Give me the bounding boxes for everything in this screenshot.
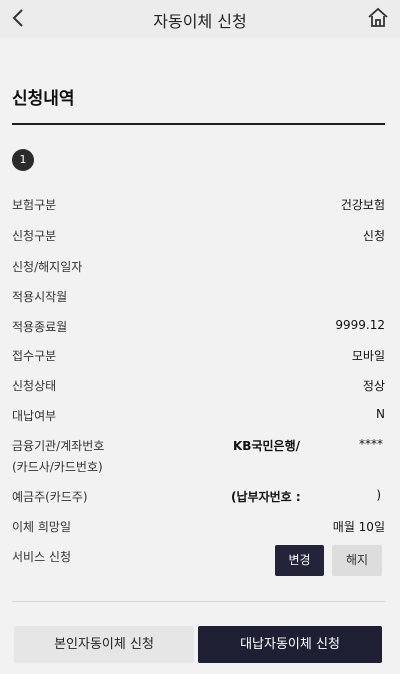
detail-value: 건강보험 [340,198,385,212]
bank-name: KB국민은행/ [233,439,300,453]
detail-row-transfer-day: 이체 희망일 매월 10일 [12,518,385,536]
card-label: (카드사/카드번호) [12,460,103,474]
detail-label: 예금주(카드주) [12,490,88,504]
payer-number-close: ) [376,488,381,502]
detail-label: 신청/해지일자 [12,260,83,274]
detail-row-request-date: 신청/해지일자 [12,258,385,276]
proxy-autopay-button[interactable]: 대납자동이체 신청 [198,626,382,663]
cancel-service-button[interactable]: 해지 [332,545,382,576]
detail-value: 매월 10일 [332,520,385,534]
detail-label: 접수구분 [12,349,57,363]
detail-label: 신청구분 [12,229,57,243]
detail-value: 정상 [362,379,385,393]
detail-row-channel: 접수구분 모바일 [12,347,385,365]
detail-label: 적용종료월 [12,320,68,334]
footer-divider [12,601,385,602]
detail-row-insurance-type: 보험구분 건강보험 [12,196,385,214]
detail-row-account-holder: 예금주(카드주) (납부자번호 : ) [12,488,385,506]
detail-label: 서비스 신청 [12,550,72,564]
detail-label: 대납여부 [12,409,57,423]
detail-label: 적용시작월 [12,290,68,304]
detail-row-start-month: 적용시작월 [12,288,385,306]
detail-value: 모바일 [351,349,385,363]
change-button[interactable]: 변경 [275,545,324,576]
detail-value: 신청 [362,229,385,243]
home-icon[interactable] [366,6,390,30]
detail-label: 신청상태 [12,379,57,393]
top-bar: 자동이체 신청 [0,0,400,38]
detail-row-service: 서비스 신청 [12,548,385,566]
detail-row-account: 금융기관/계좌번호 (카드사/카드번호) KB국민은행/ **** [12,437,385,475]
account-label: 금융기관/계좌번호 [12,439,105,453]
detail-row-request-type: 신청구분 신청 [12,227,385,245]
detail-row-proxy-payment: 대납여부 N [12,407,385,425]
detail-row-end-month: 적용종료월 9999.12 [12,318,385,336]
detail-value: 9999.12 [335,318,385,332]
section-title: 신청내역 [12,89,75,109]
detail-label: 보험구분 [12,198,57,212]
payer-number-open: (납부자번호 : [231,490,301,504]
detail-row-status: 신청상태 정상 [12,377,385,395]
detail-label: 이체 희망일 [12,520,72,534]
item-index-badge: 1 [12,149,34,171]
detail-value: N [376,407,385,421]
section-divider [12,123,385,125]
account-number-masked: **** [359,437,383,451]
self-autopay-button[interactable]: 본인자동이체 신청 [14,626,194,663]
page-title: 자동이체 신청 [153,12,247,31]
